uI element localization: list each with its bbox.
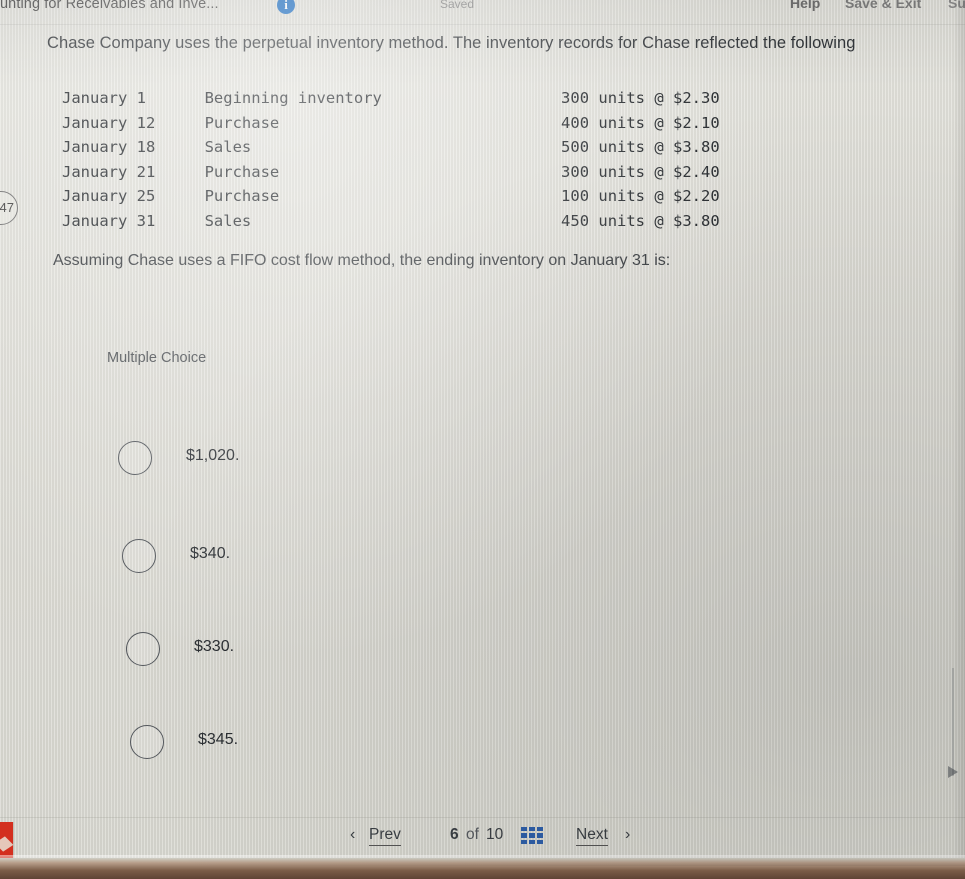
answer-option-label: $1,020.: [186, 447, 240, 464]
row-description: Sales: [204, 211, 252, 230]
row-detail: 450 units @ $3.80: [561, 211, 720, 230]
inventory-table-body: January 1 Beginning inventory 300 units …: [62, 86, 792, 233]
radio-button-icon[interactable]: [118, 441, 152, 475]
answer-option-4[interactable]: $345.: [130, 725, 630, 767]
row-date: January 12: [62, 113, 156, 132]
info-icon[interactable]: i: [277, 0, 295, 14]
topbar-divider: [0, 24, 965, 25]
radio-button-icon[interactable]: [126, 632, 160, 666]
prev-button[interactable]: Prev: [369, 826, 401, 846]
answer-option-3[interactable]: $330.: [126, 632, 626, 674]
help-button[interactable]: Help: [790, 0, 820, 11]
answer-option-2[interactable]: $340.: [122, 539, 622, 581]
question-pager: ‹ Prev 6 of 10 Next ›: [0, 823, 965, 853]
row-description: Purchase: [204, 162, 280, 181]
row-detail: 300 units @ $2.30: [561, 89, 720, 107]
question-number-badge: 47: [0, 191, 18, 225]
row-detail: 500 units @ $3.80: [561, 138, 720, 156]
next-button[interactable]: Next: [576, 826, 608, 846]
assignment-title: unting for Receivables and Inve...: [0, 0, 219, 12]
screen-edge-shadow: [953, 0, 965, 866]
pager-of-label: of: [466, 826, 479, 843]
answer-option-1[interactable]: $1,020.: [118, 441, 618, 483]
row-date: January 1: [62, 89, 146, 107]
chevron-right-icon[interactable]: ›: [625, 826, 630, 844]
question-prompt: Assuming Chase uses a FIFO cost flow met…: [53, 252, 671, 269]
row-detail: 100 units @ $2.20: [561, 187, 720, 205]
table-row: January 18 Sales 500 units @ $3.80: [62, 135, 792, 160]
table-row: January 31 Sales 450 units @ $3.80: [62, 209, 792, 234]
row-date: January 31: [62, 211, 156, 230]
radio-button-icon[interactable]: [122, 539, 156, 573]
row-date: January 25: [62, 187, 156, 205]
table-row: January 25 Purchase 100 units @ $2.20: [62, 184, 792, 209]
row-description: Purchase: [204, 113, 280, 132]
app-top-bar: unting for Receivables and Inve... i Sav…: [0, 0, 965, 20]
desk-surface: [0, 858, 965, 879]
saved-status: Saved: [440, 0, 475, 11]
table-row: January 12 Purchase 400 units @ $2.10: [62, 111, 792, 136]
row-description: Purchase: [204, 187, 280, 205]
answer-option-label: $330.: [194, 638, 235, 655]
grid-view-icon[interactable]: [521, 827, 543, 844]
row-date: January 21: [62, 162, 156, 181]
taskbar-app-glyph: [0, 836, 14, 852]
chevron-left-icon[interactable]: ‹: [350, 826, 355, 844]
inventory-records-table: January 1 Beginning inventory 300 units …: [62, 86, 792, 233]
answer-option-label: $340.: [190, 545, 231, 562]
row-description: Sales: [204, 138, 252, 156]
answer-option-label: $345.: [198, 731, 239, 748]
pager-divider: [0, 817, 965, 818]
table-row: January 1 Beginning inventory 300 units …: [62, 86, 792, 111]
monitor-screen: unting for Receivables and Inve... i Sav…: [0, 0, 965, 866]
question-stem: Chase Company uses the perpetual invento…: [47, 34, 856, 52]
row-detail: 300 units @ $2.40: [561, 162, 720, 181]
row-date: January 18: [62, 138, 156, 156]
table-row: January 21 Purchase 300 units @ $2.40: [62, 160, 792, 185]
question-type-label: Multiple Choice: [107, 350, 207, 366]
current-question-number: 6: [450, 826, 459, 843]
total-question-count: 10: [486, 826, 504, 843]
row-detail: 400 units @ $2.10: [561, 113, 720, 132]
save-and-exit-button[interactable]: Save & Exit: [845, 0, 921, 11]
row-description: Beginning inventory: [204, 89, 382, 107]
radio-button-icon[interactable]: [130, 725, 164, 759]
